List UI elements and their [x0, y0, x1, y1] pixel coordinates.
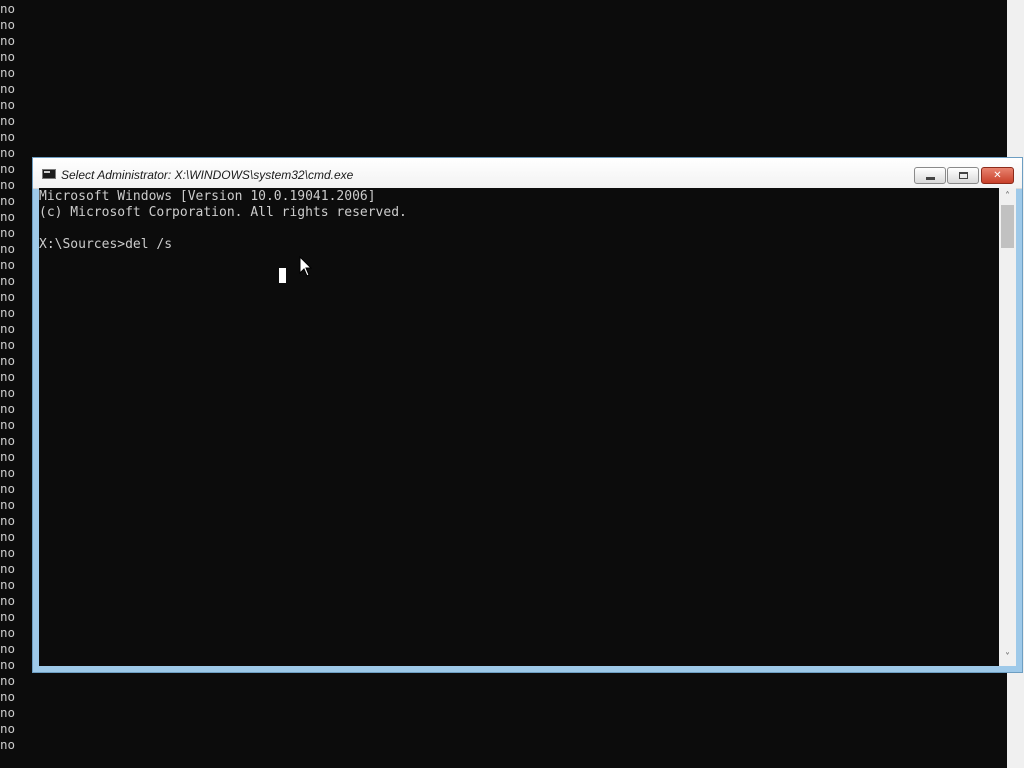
title-bar[interactable]: Select Administrator: X:\WINDOWS\system3… — [33, 158, 1022, 189]
restore-icon — [958, 172, 968, 179]
background-console-line: no — [0, 737, 16, 752]
console-output[interactable]: Microsoft Windows [Version 10.0.19041.20… — [39, 188, 999, 666]
background-console-line: no — [0, 689, 16, 704]
console-prompt[interactable]: X:\Sources>del /s — [39, 237, 999, 253]
background-console-line: no — [0, 17, 16, 32]
background-console-line: no — [0, 721, 16, 736]
cmd-icon[interactable] — [42, 169, 56, 179]
background-console-line: no — [0, 673, 16, 688]
scrollbar-thumb[interactable] — [1001, 205, 1014, 248]
minimize-button[interactable] — [914, 167, 946, 184]
background-console-line: no — [0, 49, 16, 64]
mouse-pointer-icon — [299, 256, 313, 277]
scroll-down-arrow[interactable]: ˅ — [999, 649, 1016, 666]
scroll-up-arrow[interactable]: ˄ — [999, 188, 1016, 205]
background-console-line: no — [0, 97, 16, 112]
text-cursor-block — [279, 268, 286, 283]
background-console-line: no — [0, 113, 16, 128]
background-console-line: no — [0, 81, 16, 96]
close-button[interactable]: ✕ — [981, 167, 1014, 184]
window-title: Select Administrator: X:\WINDOWS\system3… — [61, 168, 354, 182]
close-icon: ✕ — [993, 170, 1002, 181]
background-console-line: no — [0, 1, 16, 16]
console-scrollbar[interactable]: ˄ ˅ — [999, 188, 1016, 666]
background-console-line: no — [0, 129, 16, 144]
background-console-line: no — [0, 33, 16, 48]
maximize-button[interactable] — [947, 167, 979, 184]
console-line: (c) Microsoft Corporation. All rights re… — [39, 205, 407, 220]
background-console-line: no — [0, 705, 16, 720]
console-line: Microsoft Windows [Version 10.0.19041.20… — [39, 189, 376, 204]
cmd-window[interactable]: Select Administrator: X:\WINDOWS\system3… — [32, 157, 1023, 673]
minimize-icon — [925, 177, 935, 180]
background-console-line: no — [0, 65, 16, 80]
